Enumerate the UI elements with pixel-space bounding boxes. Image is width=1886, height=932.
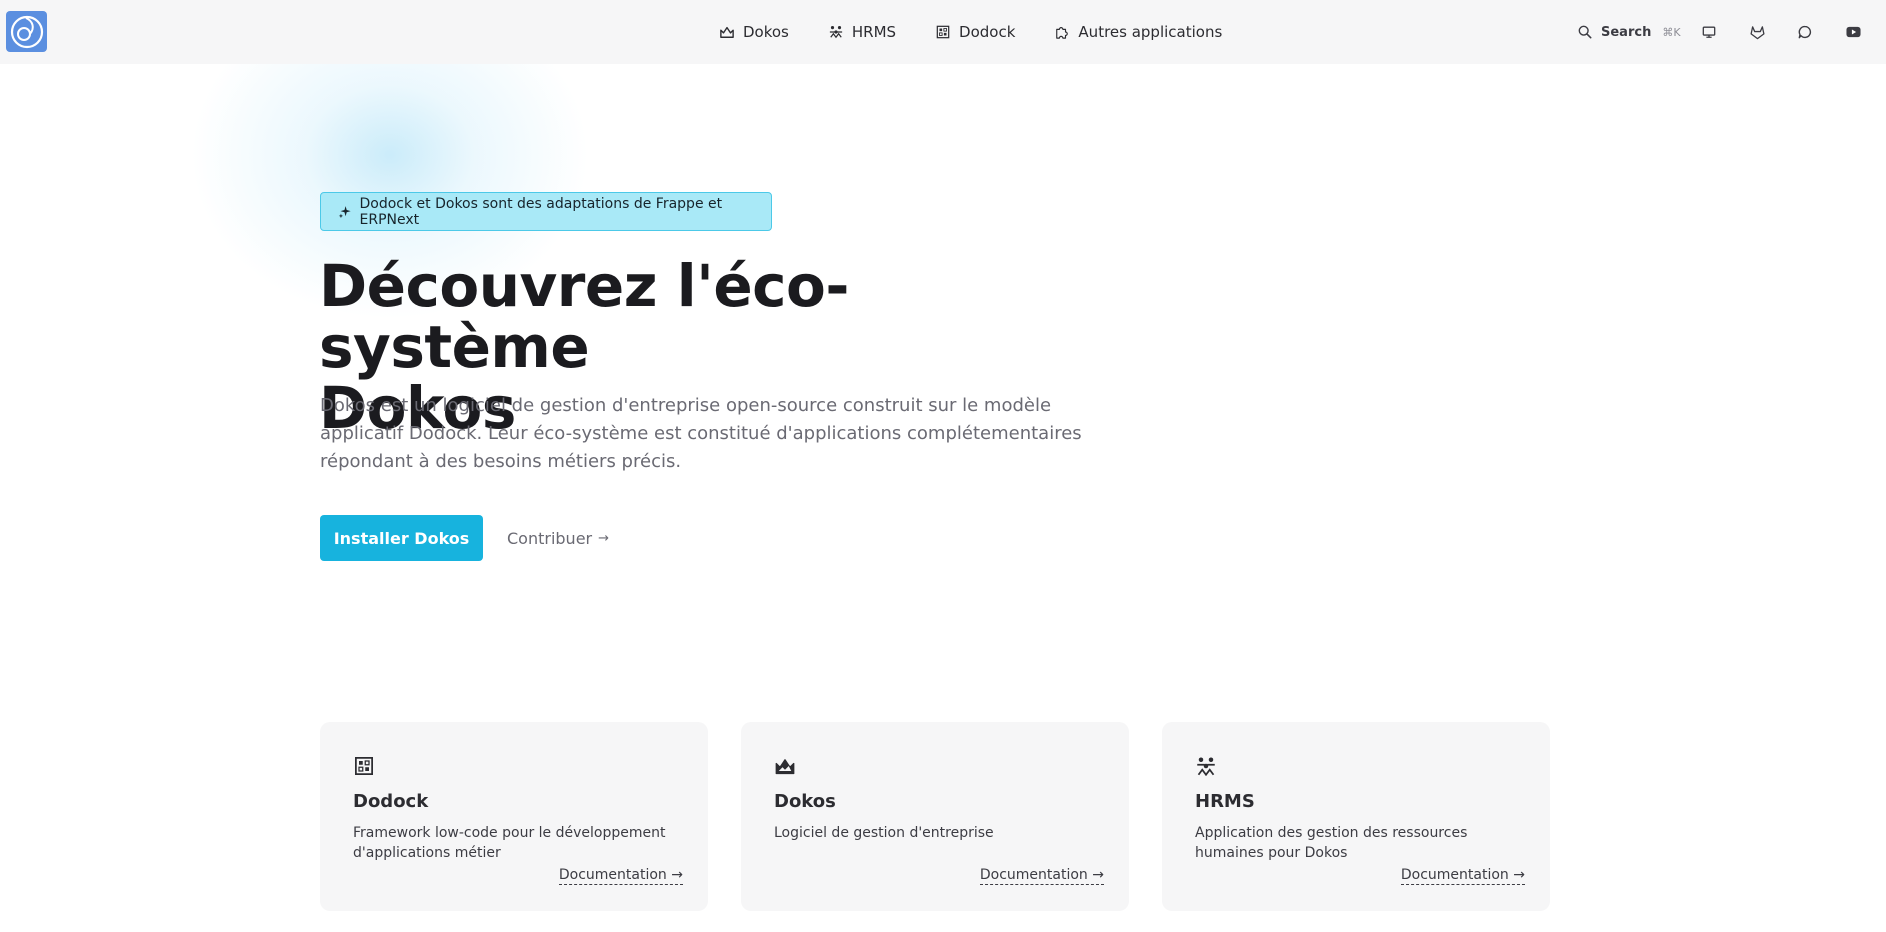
nav-item-autres-applications[interactable]: Autres applications — [1035, 0, 1242, 64]
nav-item-label: Autres applications — [1078, 23, 1223, 41]
arrow-right-icon: → — [671, 867, 683, 883]
card-description: Framework low-code pour le développement… — [353, 825, 666, 861]
chat-icon[interactable] — [1796, 23, 1814, 41]
contribute-label: Contribuer — [507, 528, 593, 548]
dokos-logo-icon[interactable] — [6, 11, 47, 52]
main-nav: Dokos HRMS Dodock Autres applications — [700, 0, 1242, 64]
youtube-icon[interactable] — [1844, 23, 1862, 41]
search-button[interactable]: Search ⌘K — [1578, 20, 1681, 44]
nav-item-dodock[interactable]: Dodock — [916, 0, 1035, 64]
documentation-link-label: Documentation — [1400, 867, 1509, 883]
puzzle-icon — [1056, 27, 1069, 39]
top-navbar: Dokos HRMS Dodock Autres applications Se… — [0, 0, 1886, 64]
card-hrms: HRMS Application des gestion des ressour… — [1162, 722, 1550, 911]
hero-description: Dokos est un logiciel de gestion d'entre… — [320, 395, 1082, 472]
documentation-link-label: Documentation — [558, 867, 667, 883]
card-description: Logiciel de gestion d'entreprise — [774, 825, 994, 841]
arrow-right-icon: → — [598, 530, 610, 546]
monitor-icon[interactable] — [1700, 23, 1718, 41]
page-title-line1: Découvrez l'éco-système — [319, 252, 849, 381]
info-badge: Dodock et Dokos sont des adaptations de … — [320, 192, 772, 231]
documentation-link[interactable]: Documentation → — [558, 867, 683, 885]
documentation-link[interactable]: Documentation → — [1400, 867, 1525, 885]
search-icon — [1578, 25, 1592, 39]
documentation-link-label: Documentation — [979, 867, 1088, 883]
nav-item-label: HRMS — [851, 23, 897, 41]
install-dokos-button[interactable]: Installer Dokos — [320, 515, 483, 561]
search-label: Search — [1601, 24, 1652, 40]
dokos-mountain-icon — [720, 26, 734, 38]
nav-item-label: Dodock — [959, 23, 1016, 41]
documentation-link[interactable]: Documentation → — [979, 867, 1104, 885]
people-icon — [829, 26, 842, 39]
card-dodock: Dodock Framework low-code pour le dévelo… — [320, 722, 708, 911]
card-title: Dokos — [774, 791, 836, 812]
card-title: HRMS — [1195, 791, 1255, 812]
gitlab-icon[interactable] — [1748, 23, 1766, 41]
nav-item-hrms[interactable]: HRMS — [809, 0, 916, 64]
grid-icon — [355, 757, 373, 775]
search-shortcut: ⌘K — [1662, 25, 1681, 39]
nav-item-dokos[interactable]: Dokos — [700, 0, 809, 64]
card-description: Application des gestion des ressources h… — [1195, 825, 1468, 861]
nav-item-label: Dokos — [743, 23, 789, 41]
arrow-right-icon: → — [1092, 867, 1104, 883]
social-links — [1700, 20, 1862, 44]
card-dokos: Dokos Logiciel de gestion d'entreprise D… — [741, 722, 1129, 911]
grid-icon — [936, 25, 950, 39]
arrow-right-icon: → — [1513, 867, 1525, 883]
people-icon — [1197, 757, 1215, 776]
contribute-link[interactable]: Contribuer → — [507, 526, 609, 550]
sparkles-icon — [338, 205, 351, 218]
badge-text: Dodock et Dokos sont des adaptations de … — [359, 195, 723, 228]
dokos-mountain-icon — [775, 759, 795, 775]
card-title: Dodock — [353, 791, 429, 812]
